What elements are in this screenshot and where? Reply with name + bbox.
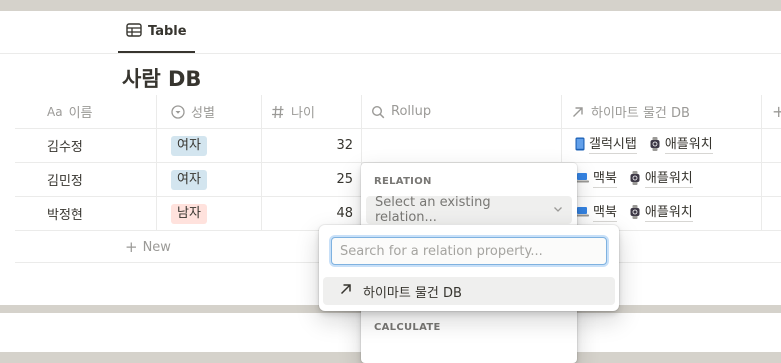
- add-column-button[interactable]: +: [772, 95, 781, 128]
- select-circle-icon: [171, 104, 185, 119]
- gender-tag: 남자: [171, 203, 207, 224]
- column-divider: [156, 197, 157, 230]
- column-divider: [156, 163, 157, 196]
- relation-label: 애플워치: [664, 137, 713, 154]
- column-header-name[interactable]: Aa 이름: [47, 95, 92, 128]
- column-header-gender[interactable]: 성별: [171, 95, 215, 128]
- column-divider: [156, 129, 157, 162]
- relation-item[interactable]: 애플워치: [629, 170, 693, 189]
- cell-gender[interactable]: 여자: [171, 163, 207, 196]
- relation-search-popup: 하이마트 물건 DB: [319, 225, 619, 311]
- column-divider: [761, 163, 762, 196]
- relation-item[interactable]: 애플워치: [649, 136, 713, 155]
- relation-option[interactable]: 하이마트 물건 DB: [323, 277, 615, 305]
- tab-table-view[interactable]: Table: [118, 11, 195, 53]
- column-divider: [761, 197, 762, 230]
- hash-icon: [271, 105, 285, 119]
- chevron-down-icon: [553, 203, 563, 218]
- view-tab-bar: Table: [0, 11, 781, 54]
- watch-icon: [629, 170, 641, 189]
- plus-icon: +: [772, 102, 781, 121]
- watch-icon: [629, 204, 641, 223]
- laptop-icon: [575, 172, 589, 188]
- relation-item[interactable]: 맥북: [575, 171, 617, 188]
- relation-section-label: RELATION: [374, 176, 432, 187]
- column-label: Rollup: [391, 104, 432, 119]
- relation-label: 맥북: [593, 205, 617, 222]
- column-divider: [561, 95, 562, 128]
- column-divider: [156, 95, 157, 128]
- column-header-rollup[interactable]: Rollup: [371, 95, 431, 128]
- gender-tag: 여자: [171, 169, 207, 190]
- table-row[interactable]: 김수정 여자 32 갤럭시탭 애플워치: [15, 129, 781, 163]
- plus-icon: +: [125, 238, 138, 256]
- cell-gender[interactable]: 여자: [171, 129, 207, 162]
- cell-age[interactable]: 32: [261, 129, 353, 162]
- arrow-up-right-icon: [571, 105, 585, 119]
- column-divider: [261, 95, 262, 128]
- cell-age[interactable]: 25: [261, 163, 353, 196]
- cell-name[interactable]: 김수정: [47, 129, 83, 162]
- relation-label: 애플워치: [644, 171, 693, 188]
- tab-label: Table: [148, 23, 187, 39]
- relation-item[interactable]: 애플워치: [629, 204, 693, 223]
- search-icon: [371, 105, 385, 119]
- new-row-label: New: [142, 239, 171, 255]
- cell-name[interactable]: 박정현: [47, 197, 83, 230]
- page-title: 사람 DB: [122, 67, 202, 91]
- column-divider: [561, 129, 562, 162]
- gender-tag: 여자: [171, 135, 207, 156]
- column-divider: [361, 129, 362, 162]
- column-divider: [361, 95, 362, 128]
- cell-name[interactable]: 김민정: [47, 163, 83, 196]
- tablet-icon: [575, 137, 585, 155]
- column-header-age[interactable]: 나이: [271, 95, 315, 128]
- laptop-icon: [575, 206, 589, 222]
- column-label: 나이: [291, 106, 315, 121]
- column-divider: [761, 95, 762, 128]
- title-text-icon: Aa: [47, 104, 63, 119]
- watch-icon: [649, 136, 661, 155]
- relation-label: 갤럭시탭: [589, 137, 637, 154]
- cell-gender[interactable]: 남자: [171, 197, 207, 230]
- relation-label: 애플워치: [644, 205, 693, 222]
- relation-item[interactable]: 맥북: [575, 205, 617, 222]
- column-divider: [761, 129, 762, 162]
- relation-search-field[interactable]: [331, 237, 607, 265]
- column-header-relation[interactable]: 하이마트 물건 DB: [571, 95, 690, 128]
- column-label: 하이마트 물건 DB: [591, 106, 690, 121]
- table-header: Aa 이름 성별 나이 Rollup 하이마트 물건 DB +: [15, 95, 781, 129]
- table-icon: [126, 22, 142, 41]
- relation-select[interactable]: Select an existing relation...: [366, 195, 572, 225]
- relation-label: 맥북: [593, 171, 617, 188]
- cell-relation[interactable]: 갤럭시탭 애플워치: [575, 129, 725, 162]
- relation-search-input[interactable]: [338, 242, 600, 260]
- column-label: 이름: [68, 106, 93, 121]
- new-row-button[interactable]: + New: [125, 238, 171, 256]
- relation-select-placeholder: Select an existing relation...: [375, 195, 491, 225]
- column-label: 성별: [191, 106, 215, 121]
- cell-relation[interactable]: 맥북 애플워치: [575, 163, 705, 196]
- relation-item[interactable]: 갤럭시탭: [575, 137, 637, 155]
- calculate-section-label: CALCULATE: [374, 322, 441, 333]
- arrow-up-right-icon: [339, 282, 353, 300]
- relation-option-label: 하이마트 물건 DB: [363, 285, 462, 301]
